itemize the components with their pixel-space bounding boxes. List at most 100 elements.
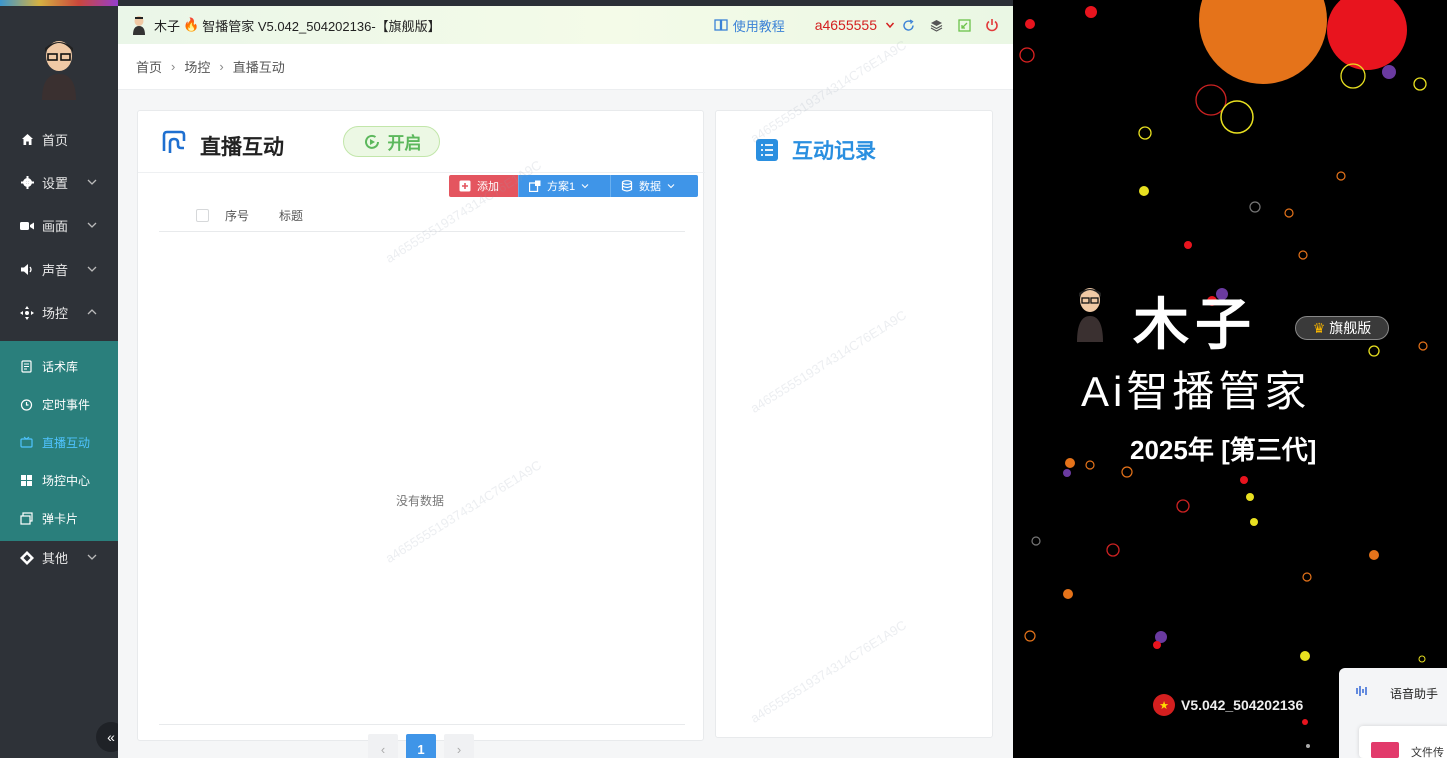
nav-screen[interactable]: 画面 <box>0 204 118 247</box>
chevron-down-icon <box>87 266 97 272</box>
flagship-badge: ♛ 旗舰版 <box>1295 316 1389 340</box>
book-icon <box>714 19 728 31</box>
nav-sound[interactable]: 声音 <box>0 248 118 291</box>
voice-assistant-label[interactable]: 语音助手 <box>1390 685 1438 702</box>
scheme-select[interactable]: 方案1 <box>518 175 610 197</box>
sub-item-scripts-label: 话术库 <box>42 359 79 374</box>
main-content: 首页 › 场控 › 直播互动 直播互动 开启 添加 方案1 数据 序号 标题 没… <box>118 37 1013 758</box>
plus-square-icon <box>459 180 471 192</box>
diamond-icon <box>20 550 34 565</box>
audio-wave-icon <box>1356 686 1367 696</box>
chevron-right-icon: › <box>219 59 224 74</box>
nav-control-label: 场控 <box>42 306 69 321</box>
list-icon <box>756 139 778 161</box>
nav-other-label: 其他 <box>42 551 69 566</box>
data-menu-button[interactable]: 数据 <box>610 175 698 197</box>
folder-icon <box>1371 742 1399 758</box>
panel-title: 直播互动 <box>200 136 284 159</box>
table-footer-divider <box>159 724 685 725</box>
preview-title: Ai智播管家 <box>1081 368 1311 415</box>
panel-header: 直播互动 开启 <box>138 111 705 173</box>
start-button-label: 开启 <box>387 134 422 153</box>
sub-item-control-center[interactable]: 场控中心 <box>0 461 118 499</box>
power-icon[interactable] <box>985 18 999 32</box>
app-window: { "titlebar": { "app_name": "木子", "app_t… <box>0 0 1447 758</box>
clock-icon <box>20 398 33 411</box>
preview-subtitle: 2025年 [第三代] <box>1130 435 1317 465</box>
chevron-down-icon <box>87 554 97 560</box>
nav-other[interactable]: 其他 <box>0 536 118 579</box>
breadcrumb-control[interactable]: 场控 <box>184 57 210 76</box>
nav-screen-label: 画面 <box>42 219 69 234</box>
chevron-down-icon <box>87 222 97 228</box>
refresh-icon[interactable] <box>901 18 915 32</box>
control-icon <box>20 305 34 320</box>
sub-item-scripts[interactable]: 话术库 <box>0 347 118 385</box>
pagination: ‹ 1 › <box>368 734 482 758</box>
preview-version-label: V5.042_504202136 <box>1181 697 1304 713</box>
flagship-badge-label: 旗舰版 <box>1329 320 1372 336</box>
nav-sound-label: 声音 <box>42 263 69 278</box>
nav-control[interactable]: 场控 <box>0 291 118 334</box>
breadcrumb-home[interactable]: 首页 <box>136 57 162 76</box>
chevron-right-icon: › <box>171 59 176 74</box>
interaction-log-title: 互动记录 <box>792 140 876 163</box>
start-button[interactable]: 开启 <box>343 126 440 157</box>
card-icon <box>20 511 33 525</box>
chevron-down-icon <box>581 184 589 189</box>
voice-assistant-popup: 语音助手 … 文件传 <box>1339 668 1447 758</box>
next-page-button[interactable]: › <box>444 734 474 758</box>
sub-item-live-interaction[interactable]: 直播互动 <box>0 423 118 461</box>
add-button[interactable]: 添加 <box>449 175 518 197</box>
live-interaction-icon <box>162 130 186 153</box>
sub-item-timer[interactable]: 定时事件 <box>0 385 118 423</box>
page-number-1[interactable]: 1 <box>406 734 436 758</box>
nav-settings[interactable]: 设置 <box>0 161 118 204</box>
title-bar: 木子 🔥 智播管家 V5.042_504202136-【旗舰版】 使用教程 a4… <box>118 6 1013 44</box>
sub-item-popup-card[interactable]: 弹卡片 <box>0 499 118 537</box>
app-name: 木子 <box>154 18 181 34</box>
scheme-icon <box>529 180 541 192</box>
sub-item-control-center-label: 场控中心 <box>42 473 91 488</box>
file-transfer-item[interactable]: 文件传 <box>1359 726 1447 758</box>
interaction-log-panel: 互动记录 <box>715 110 993 738</box>
prev-page-button[interactable]: ‹ <box>368 734 398 758</box>
data-menu-label: 数据 <box>639 181 661 193</box>
chevron-down-icon[interactable] <box>883 18 897 32</box>
app-title: 智播管家 V5.042_504202136-【旗舰版】 <box>202 18 441 34</box>
voice-second-label[interactable]: … <box>1390 712 1402 720</box>
brand-avatar <box>1077 288 1103 342</box>
grid-icon <box>20 474 33 487</box>
nav-home[interactable]: 首页 <box>0 118 118 161</box>
crown-icon: ♛ <box>1312 319 1326 336</box>
table-toolbar: 添加 方案1 数据 <box>449 175 698 197</box>
live-preview: 木子 ♛ 旗舰版 Ai智播管家 2025年 [第三代] ★ V5.042_504… <box>1013 0 1447 758</box>
sub-item-popup-card-label: 弹卡片 <box>42 511 79 526</box>
tutorial-link[interactable]: 使用教程 <box>714 16 785 35</box>
select-all-checkbox[interactable] <box>196 208 209 222</box>
chevron-down-icon <box>667 184 675 189</box>
sub-item-live-interaction-label: 直播互动 <box>42 435 91 450</box>
user-name[interactable]: a4655555 <box>815 17 877 33</box>
layers-icon[interactable] <box>929 18 943 32</box>
minimize-icon[interactable] <box>957 18 971 32</box>
user-avatar <box>42 41 76 100</box>
tv-icon <box>20 436 33 449</box>
fire-icon: 🔥 <box>183 17 200 32</box>
brand-name: 木子 <box>1133 292 1257 358</box>
file-transfer-label: 文件传 <box>1411 747 1444 758</box>
video-icon <box>20 219 34 233</box>
scheme-select-label: 方案1 <box>547 181 576 193</box>
add-button-label: 添加 <box>477 181 499 193</box>
china-flag-icon: ★ <box>1153 694 1175 716</box>
speaker-icon <box>20 263 34 277</box>
nav-settings-label: 设置 <box>42 176 69 191</box>
chevron-down-icon <box>87 179 97 185</box>
column-title: 标题 <box>279 208 304 223</box>
gear-icon <box>20 176 34 190</box>
color-strip <box>0 0 118 6</box>
interaction-log-header: 互动记录 <box>756 135 876 165</box>
preview-version: ★ V5.042_504202136 <box>1153 694 1303 716</box>
column-index: 序号 <box>225 208 250 223</box>
sidebar: 首页 设置 画面 声音 场控 话术库 定时事件 直播互动 场控中心 弹卡片 其他… <box>0 0 126 758</box>
